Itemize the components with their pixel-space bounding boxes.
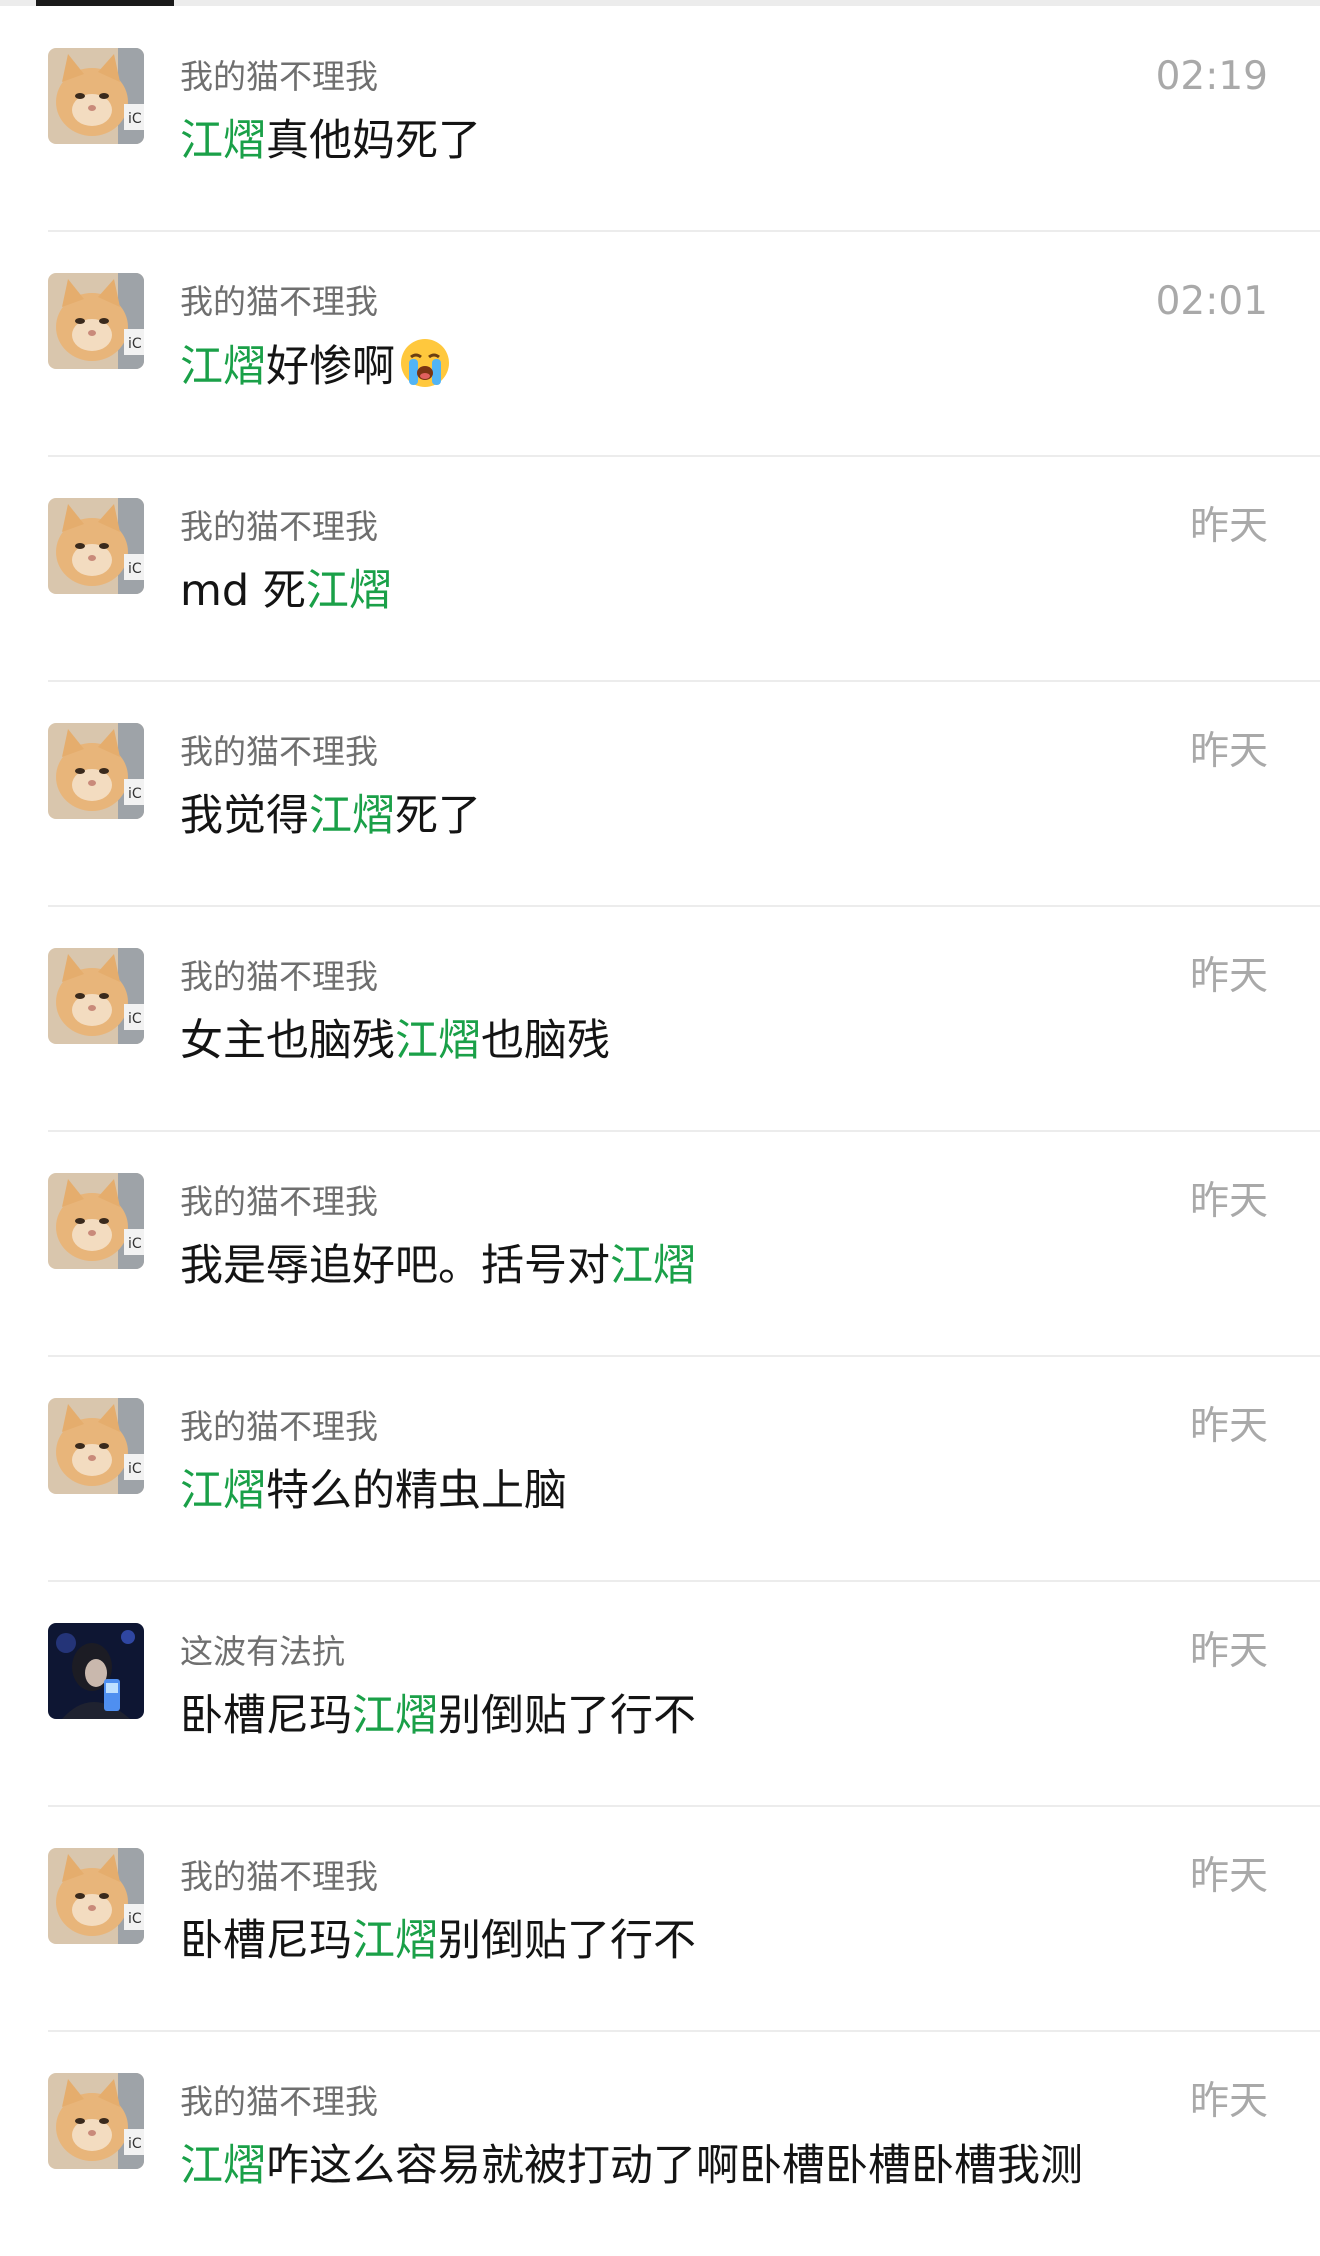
message-snippet: 江熠好惨啊 bbox=[180, 337, 451, 404]
svg-text:iC: iC bbox=[128, 1236, 142, 1252]
message-text: 特么的精虫上脑 bbox=[266, 1466, 567, 1516]
message-text: 别倒贴了行不 bbox=[438, 1691, 696, 1741]
kitten-avatar[interactable]: iC bbox=[48, 948, 144, 1044]
svg-text:iC: iC bbox=[128, 336, 142, 352]
svg-text:iC: iC bbox=[128, 1911, 142, 1927]
search-result-item[interactable]: iC 我的猫不理我 02:01 江熠好惨啊 bbox=[0, 230, 1320, 456]
message-snippet: 卧槽尼玛江熠别倒贴了行不 bbox=[180, 1912, 696, 1970]
message-snippet: 卧槽尼玛江熠别倒贴了行不 bbox=[180, 1687, 696, 1745]
svg-text:iC: iC bbox=[128, 111, 142, 127]
search-result-item[interactable]: iC 我的猫不理我 昨天 江熠咋这么容易就被打动了啊卧槽卧槽卧槽我测 bbox=[0, 2030, 1320, 2256]
message-snippet: 我是辱追好吧。括号对江熠 bbox=[180, 1237, 696, 1295]
kitten-avatar[interactable]: iC bbox=[48, 1848, 144, 1944]
keyword-highlight: 江熠 bbox=[395, 1016, 481, 1066]
message-time: 昨天 bbox=[1189, 1854, 1268, 1899]
message-snippet: md 死江熠 bbox=[180, 562, 392, 620]
svg-text:iC: iC bbox=[128, 2136, 142, 2152]
sender-name: 我的猫不理我 bbox=[180, 1857, 378, 1896]
message-snippet: 江熠咋这么容易就被打动了啊卧槽卧槽卧槽我测 bbox=[180, 2137, 1083, 2195]
message-snippet: 江熠真他妈死了 bbox=[180, 112, 481, 170]
message-time: 02:01 bbox=[1155, 279, 1268, 324]
message-time: 昨天 bbox=[1189, 954, 1268, 999]
kitten-avatar[interactable]: iC bbox=[48, 48, 144, 144]
kitten-avatar[interactable]: iC bbox=[48, 498, 144, 594]
keyword-highlight: 江熠 bbox=[352, 1691, 438, 1741]
svg-text:iC: iC bbox=[128, 561, 142, 577]
message-snippet: 女主也脑残江熠也脑残 bbox=[180, 1012, 610, 1070]
keyword-highlight: 江熠 bbox=[180, 1466, 266, 1516]
search-result-item[interactable]: iC 我的猫不理我 昨天 卧槽尼玛江熠别倒贴了行不 bbox=[0, 1805, 1320, 2031]
keyword-highlight: 江熠 bbox=[305, 566, 392, 616]
search-result-item[interactable]: iC 我的猫不理我 02:19 江熠真他妈死了 bbox=[0, 6, 1320, 231]
message-text: 死了 bbox=[395, 791, 481, 841]
svg-text:iC: iC bbox=[128, 786, 142, 802]
sender-name: 我的猫不理我 bbox=[180, 957, 378, 996]
loudly-crying-face-emoji-icon bbox=[399, 337, 451, 404]
svg-text:iC: iC bbox=[128, 1011, 142, 1027]
message-text: 卧槽尼玛 bbox=[180, 1691, 352, 1741]
search-result-item[interactable]: iC 我的猫不理我 昨天 江熠特么的精虫上脑 bbox=[0, 1355, 1320, 1581]
message-time: 昨天 bbox=[1189, 1629, 1268, 1674]
message-time: 昨天 bbox=[1189, 729, 1268, 774]
message-text: 别倒贴了行不 bbox=[438, 1916, 696, 1966]
message-time: 02:19 bbox=[1155, 54, 1268, 99]
svg-text:iC: iC bbox=[128, 1461, 142, 1477]
search-results-list: iC 我的猫不理我 02:19 江熠真他妈死了 iC 我的猫不理我 02:01 … bbox=[0, 6, 1320, 2256]
person-night-avatar[interactable] bbox=[48, 1623, 144, 1719]
message-text: 也脑残 bbox=[481, 1016, 610, 1066]
search-result-item[interactable]: iC 我的猫不理我 昨天 我是辱追好吧。括号对江熠 bbox=[0, 1130, 1320, 1356]
search-result-item[interactable]: iC 我的猫不理我 昨天 md 死江熠 bbox=[0, 455, 1320, 681]
kitten-avatar[interactable]: iC bbox=[48, 1398, 144, 1494]
kitten-avatar[interactable]: iC bbox=[48, 273, 144, 369]
message-snippet: 江熠特么的精虫上脑 bbox=[180, 1462, 567, 1520]
keyword-highlight: 江熠 bbox=[180, 116, 266, 166]
sender-name: 我的猫不理我 bbox=[180, 57, 378, 96]
message-text: 好惨啊 bbox=[266, 342, 395, 392]
search-result-item[interactable]: iC 我的猫不理我 昨天 女主也脑残江熠也脑残 bbox=[0, 905, 1320, 1131]
keyword-highlight: 江熠 bbox=[180, 2141, 266, 2191]
message-text: 真他妈死了 bbox=[266, 116, 481, 166]
message-text: 我是辱追好吧。括号对 bbox=[180, 1241, 610, 1291]
message-text: 卧槽尼玛 bbox=[180, 1916, 352, 1966]
keyword-highlight: 江熠 bbox=[610, 1241, 696, 1291]
message-time: 昨天 bbox=[1189, 1179, 1268, 1224]
message-text: 咋这么容易就被打动了啊卧槽卧槽卧槽我测 bbox=[266, 2141, 1083, 2191]
search-result-item[interactable]: iC 我的猫不理我 昨天 我觉得江熠死了 bbox=[0, 680, 1320, 906]
keyword-highlight: 江熠 bbox=[180, 342, 266, 392]
sender-name: 我的猫不理我 bbox=[180, 282, 378, 321]
message-text: 女主也脑残 bbox=[180, 1016, 395, 1066]
sender-name: 我的猫不理我 bbox=[180, 1182, 378, 1221]
search-result-item[interactable]: 这波有法抗 昨天 卧槽尼玛江熠别倒贴了行不 bbox=[0, 1580, 1320, 1806]
message-time: 昨天 bbox=[1189, 2079, 1268, 2124]
sender-name: 这波有法抗 bbox=[180, 1632, 345, 1671]
sender-name: 我的猫不理我 bbox=[180, 507, 378, 546]
message-time: 昨天 bbox=[1189, 504, 1268, 549]
keyword-highlight: 江熠 bbox=[309, 791, 395, 841]
sender-name: 我的猫不理我 bbox=[180, 732, 378, 771]
sender-name: 我的猫不理我 bbox=[180, 1407, 378, 1446]
keyword-highlight: 江熠 bbox=[352, 1916, 438, 1966]
message-text: 我觉得 bbox=[180, 791, 309, 841]
message-snippet: 我觉得江熠死了 bbox=[180, 787, 481, 845]
message-text: md 死 bbox=[180, 566, 306, 616]
sender-name: 我的猫不理我 bbox=[180, 2082, 378, 2121]
message-time: 昨天 bbox=[1189, 1404, 1268, 1449]
kitten-avatar[interactable]: iC bbox=[48, 1173, 144, 1269]
kitten-avatar[interactable]: iC bbox=[48, 723, 144, 819]
kitten-avatar[interactable]: iC bbox=[48, 2073, 144, 2169]
